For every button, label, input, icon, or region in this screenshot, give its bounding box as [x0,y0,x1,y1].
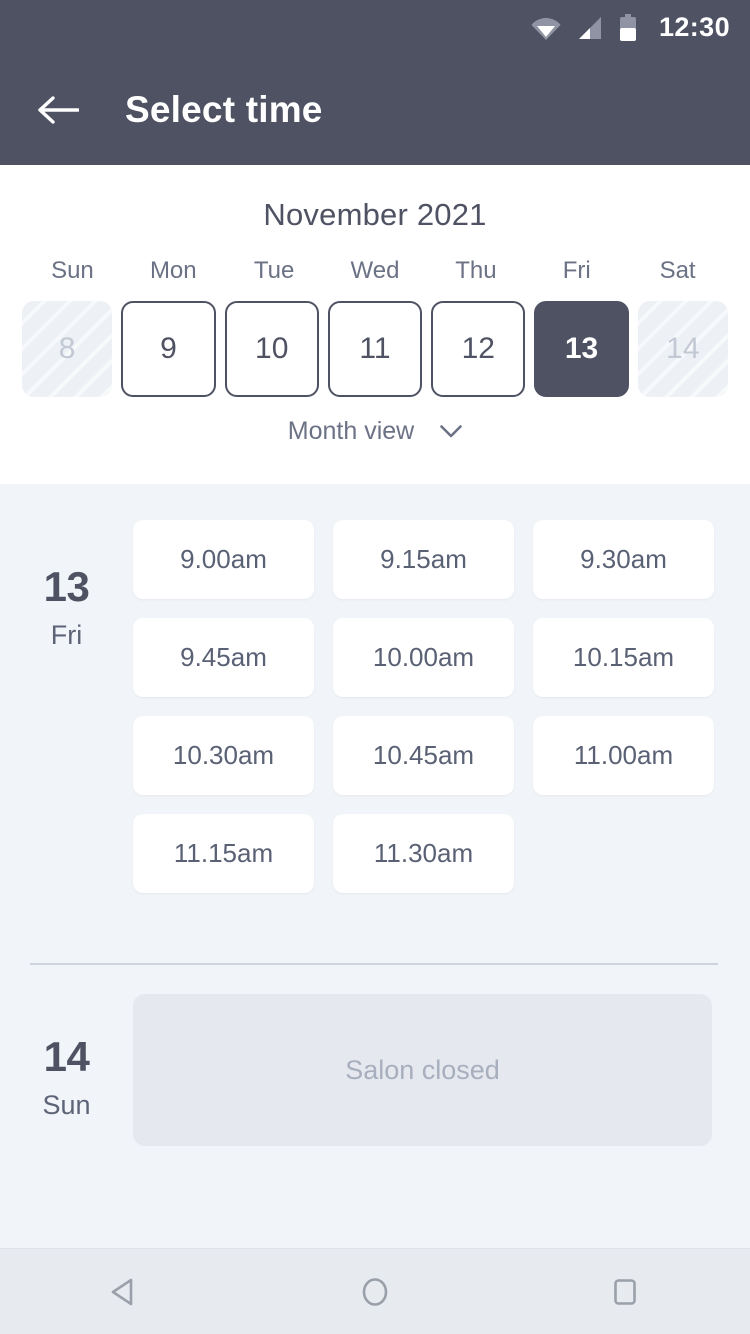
day-cell-8: 8 [22,301,113,397]
salon-closed-banner: Salon closed [133,994,712,1146]
weekday-label: Sun [51,257,94,284]
weekday-header-row: Sun Mon Tue Wed Thu Fri Sat [0,257,750,285]
signal-icon [577,15,603,41]
weekday-label: Wed [350,257,400,284]
back-arrow-icon [38,96,79,124]
weekday-label: Sat [659,257,696,284]
chevron-down-icon [440,425,463,438]
day-group-14: 14 Sun Salon closed [0,994,750,1146]
weekday-label: Tue [253,257,295,284]
status-bar-clock: 12:30 [658,12,730,42]
time-slot[interactable]: 9.30am [533,520,714,599]
time-slot[interactable]: 9.45am [133,618,314,697]
android-nav-bar [0,1248,750,1334]
time-slot[interactable]: 9.15am [333,520,514,599]
time-slot[interactable]: 10.30am [133,716,314,795]
nav-home-button[interactable] [330,1262,420,1322]
time-slot[interactable]: 11.30am [333,814,514,893]
time-slot[interactable]: 10.15am [533,618,714,697]
square-recents-icon [614,1278,636,1305]
page-title: Select time [125,89,323,130]
day-number: 14 [43,1033,90,1080]
circle-home-icon [362,1277,388,1306]
month-title: November 2021 [263,197,487,232]
time-slot[interactable]: 9.00am [133,520,314,599]
day-group-13: 13 Fri 9.00am 9.15am 9.30am 9.45am 10.00… [0,484,750,893]
status-icons: 12:30 [531,12,730,43]
app-screen: 12:30 Select time November 2021 Sun Mon … [0,0,750,1334]
day-cell-11[interactable]: 11 [327,301,423,397]
back-button[interactable] [27,79,89,141]
section-divider [30,963,718,965]
day-cell-9[interactable]: 9 [121,301,216,397]
day-label-14: 14 Sun [0,994,133,1121]
nav-recents-button[interactable] [580,1262,670,1322]
day-weekday: Fri [50,620,83,650]
status-bar: 12:30 [0,0,750,55]
time-slot-grid: 9.00am 9.15am 9.30am 9.45am 10.00am 10.1… [133,520,750,893]
time-slot[interactable]: 11.15am [133,814,314,893]
time-slot[interactable]: 10.45am [333,716,514,795]
day-cell-10[interactable]: 10 [224,301,319,397]
month-view-label: Month view [287,417,415,445]
day-number: 13 [43,563,90,610]
weekday-label: Thu [455,257,497,284]
triangle-back-icon [111,1278,133,1305]
calendar-days-row: 8 9 10 11 12 13 14 [0,301,750,397]
month-view-toggle[interactable]: Month view [0,417,750,446]
day-label-13: 13 Fri [0,520,133,651]
day-cell-14: 14 [637,301,728,397]
calendar-panel: November 2021 Sun Mon Tue Wed Thu Fri Sa… [0,165,750,484]
day-cell-13-selected[interactable]: 13 [534,301,629,397]
day-cell-12[interactable]: 12 [431,301,526,397]
weekday-label: Mon [149,257,197,284]
battery-icon [619,13,637,42]
app-bar: Select time [0,55,750,165]
weekday-label: Fri [562,257,591,284]
schedule-area: 13 Fri 9.00am 9.15am 9.30am 9.45am 10.00… [0,484,750,1246]
nav-back-button[interactable] [80,1262,170,1322]
day-weekday: Sun [42,1090,91,1120]
wifi-icon [531,15,561,41]
time-slot[interactable]: 11.00am [533,716,714,795]
time-slot[interactable]: 10.00am [333,618,514,697]
